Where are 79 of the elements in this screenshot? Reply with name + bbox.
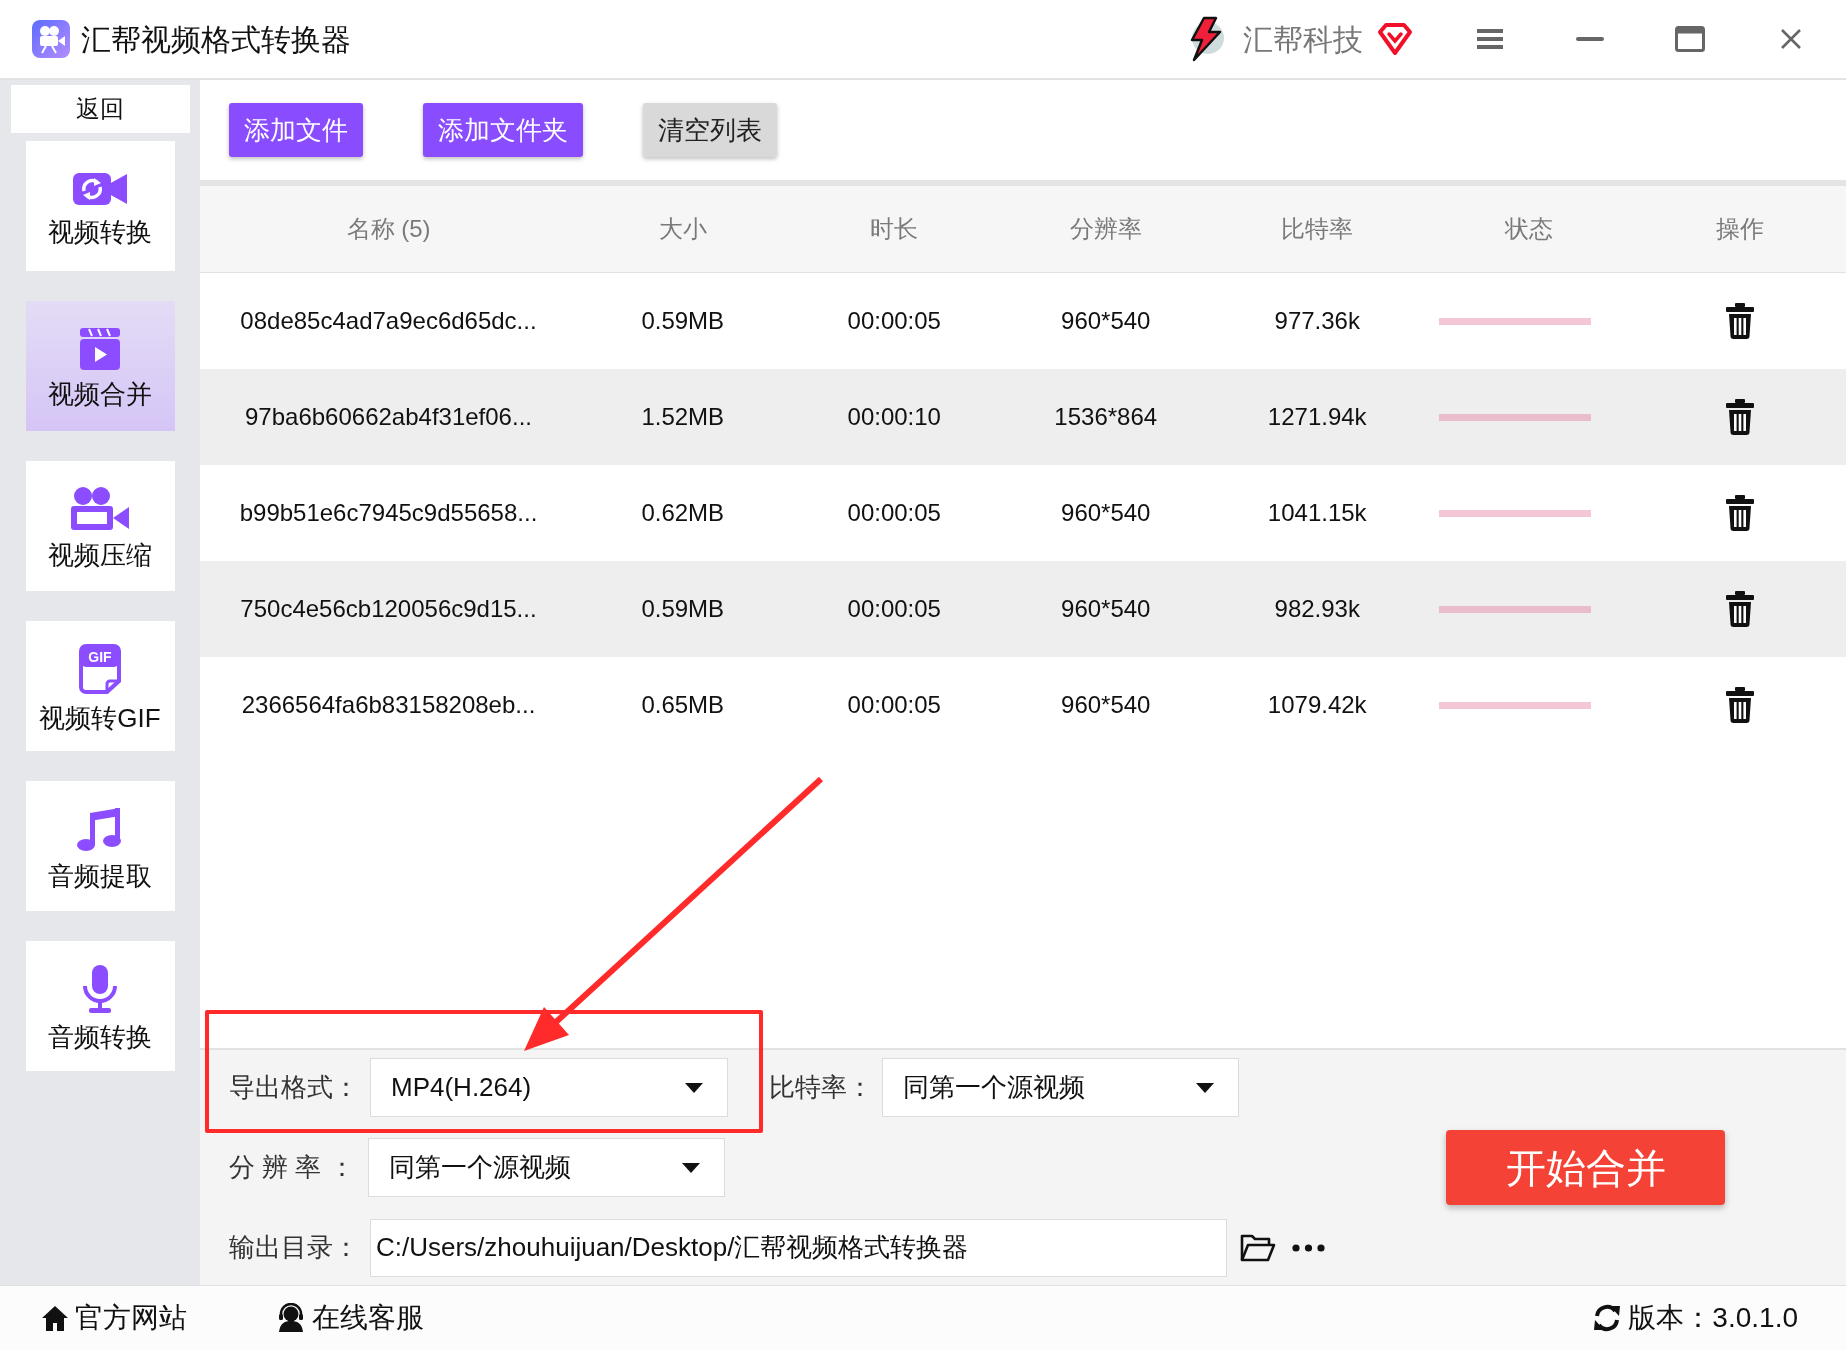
table-cell-text: 0.62MB bbox=[641, 498, 725, 528]
online-support-link[interactable]: 在线客服 bbox=[276, 1297, 424, 1339]
field-label: 分 辨 率 ： bbox=[229, 1151, 356, 1184]
table-cell-text: 08de85c4ad7a9ec6d65dc... bbox=[240, 306, 537, 336]
table-cell-text: 982.93k bbox=[1274, 594, 1360, 624]
table-cell-text: 2366564fa6b83158208eb... bbox=[241, 690, 536, 720]
table-cell-text: 00:00:05 bbox=[847, 690, 941, 720]
table-cell-text: 00:00:10 bbox=[847, 402, 941, 432]
gif-document-icon: GIF bbox=[76, 642, 124, 695]
more-icon[interactable] bbox=[1292, 1243, 1325, 1252]
clapperboard-icon bbox=[77, 326, 123, 371]
start-merge-button[interactable]: 开始合并 bbox=[1446, 1130, 1725, 1205]
sidebar-item[interactable]: 视频压缩 bbox=[25, 461, 175, 591]
sidebar-item[interactable]: 视频合并 bbox=[25, 301, 175, 431]
diamond-icon[interactable] bbox=[1377, 22, 1413, 56]
table-cell-text: 977.36k bbox=[1274, 306, 1360, 336]
table-cell-text: 960*540 bbox=[1061, 690, 1151, 720]
table-cell-text: 0.59MB bbox=[641, 306, 725, 336]
trash-icon[interactable] bbox=[1725, 591, 1756, 627]
sidebar-item[interactable]: 音频转换 bbox=[25, 941, 175, 1071]
menu-icon[interactable] bbox=[1477, 28, 1503, 50]
trash-icon[interactable] bbox=[1725, 399, 1756, 435]
version-label: 版本：3.0.1.0 bbox=[1628, 1301, 1798, 1335]
maximize-icon[interactable] bbox=[1675, 26, 1705, 52]
field-label: 输出目录： bbox=[229, 1231, 360, 1264]
sidebar-item[interactable]: 音频提取 bbox=[25, 781, 175, 911]
movie-camera-icon bbox=[69, 485, 131, 532]
table-cell-text: 1041.15k bbox=[1267, 498, 1367, 528]
support-agent-icon bbox=[276, 1303, 306, 1333]
table-cell-text: 1079.42k bbox=[1267, 690, 1367, 720]
table-cell-text: 1271.94k bbox=[1267, 402, 1367, 432]
sidebar-item[interactable]: 视频转换 bbox=[25, 141, 175, 271]
caret-icon bbox=[685, 1082, 703, 1093]
table-cell-text: 00:00:05 bbox=[847, 306, 941, 336]
trash-icon[interactable] bbox=[1725, 303, 1756, 339]
brand-name: 汇帮科技 bbox=[1243, 21, 1363, 58]
refresh-icon[interactable] bbox=[1592, 1304, 1623, 1332]
table-cell-text: 97ba6b60662ab4f31ef06... bbox=[245, 402, 532, 432]
trash-icon[interactable] bbox=[1725, 495, 1756, 531]
table-cell-text: 1536*864 bbox=[1054, 402, 1158, 432]
table-cell-text: 1.52MB bbox=[641, 402, 725, 432]
table-cell-text: 960*540 bbox=[1061, 498, 1151, 528]
table-cell-text: 00:00:05 bbox=[847, 498, 941, 528]
website-link[interactable]: 官方网站 bbox=[41, 1297, 187, 1339]
back-button[interactable]: 返回 bbox=[10, 85, 190, 133]
format-dropdown[interactable]: MP4(H.264) bbox=[370, 1058, 728, 1117]
caret-icon bbox=[1196, 1082, 1214, 1093]
caret-icon bbox=[682, 1162, 700, 1173]
sidebar-item[interactable]: GIF 视频转GIF bbox=[25, 621, 175, 751]
table-cell-text: 750c4e56cb120056c9d15... bbox=[240, 594, 537, 624]
field-label: 导出格式： bbox=[229, 1071, 360, 1104]
app-camera-icon bbox=[32, 20, 70, 58]
bitrate-dropdown[interactable]: 同第一个源视频 bbox=[882, 1058, 1239, 1117]
home-icon bbox=[41, 1304, 69, 1332]
window-title: 汇帮视频格式转换器 bbox=[81, 21, 351, 58]
table-cell-text: 0.59MB bbox=[641, 594, 725, 624]
resolution-dropdown[interactable]: 同第一个源视频 bbox=[368, 1138, 725, 1197]
column-header: 大小 bbox=[658, 214, 707, 244]
table-cell-text: b99b51e6c7945c9d55658... bbox=[239, 498, 538, 528]
microphone-icon bbox=[80, 963, 120, 1014]
add-folder-button[interactable]: 添加文件夹 bbox=[423, 103, 583, 157]
column-header: 状态 bbox=[1504, 214, 1553, 244]
field-label: 比特率： bbox=[769, 1071, 874, 1104]
add-file-button[interactable]: 添加文件 bbox=[229, 103, 363, 157]
table-cell-text: 0.65MB bbox=[641, 690, 725, 720]
table-cell-text: 960*540 bbox=[1061, 594, 1151, 624]
clear-list-button[interactable]: 清空列表 bbox=[643, 103, 777, 157]
folder-icon[interactable] bbox=[1240, 1232, 1276, 1263]
output-path-field[interactable]: C:/Users/zhouhuijuan/Desktop/汇帮视频格式转换器 bbox=[370, 1218, 1227, 1277]
close-icon[interactable] bbox=[1780, 28, 1802, 50]
column-header: 时长 bbox=[870, 214, 919, 244]
table-cell-text: 00:00:05 bbox=[847, 594, 941, 624]
minimize-icon[interactable] bbox=[1576, 37, 1604, 41]
table-cell-text: 960*540 bbox=[1061, 306, 1151, 336]
column-header: 分辨率 bbox=[1069, 214, 1142, 244]
column-header: 比特率 bbox=[1281, 214, 1354, 244]
column-header: 操作 bbox=[1716, 214, 1765, 244]
column-header: 名称 (5) bbox=[346, 214, 431, 244]
trash-icon[interactable] bbox=[1725, 687, 1756, 723]
